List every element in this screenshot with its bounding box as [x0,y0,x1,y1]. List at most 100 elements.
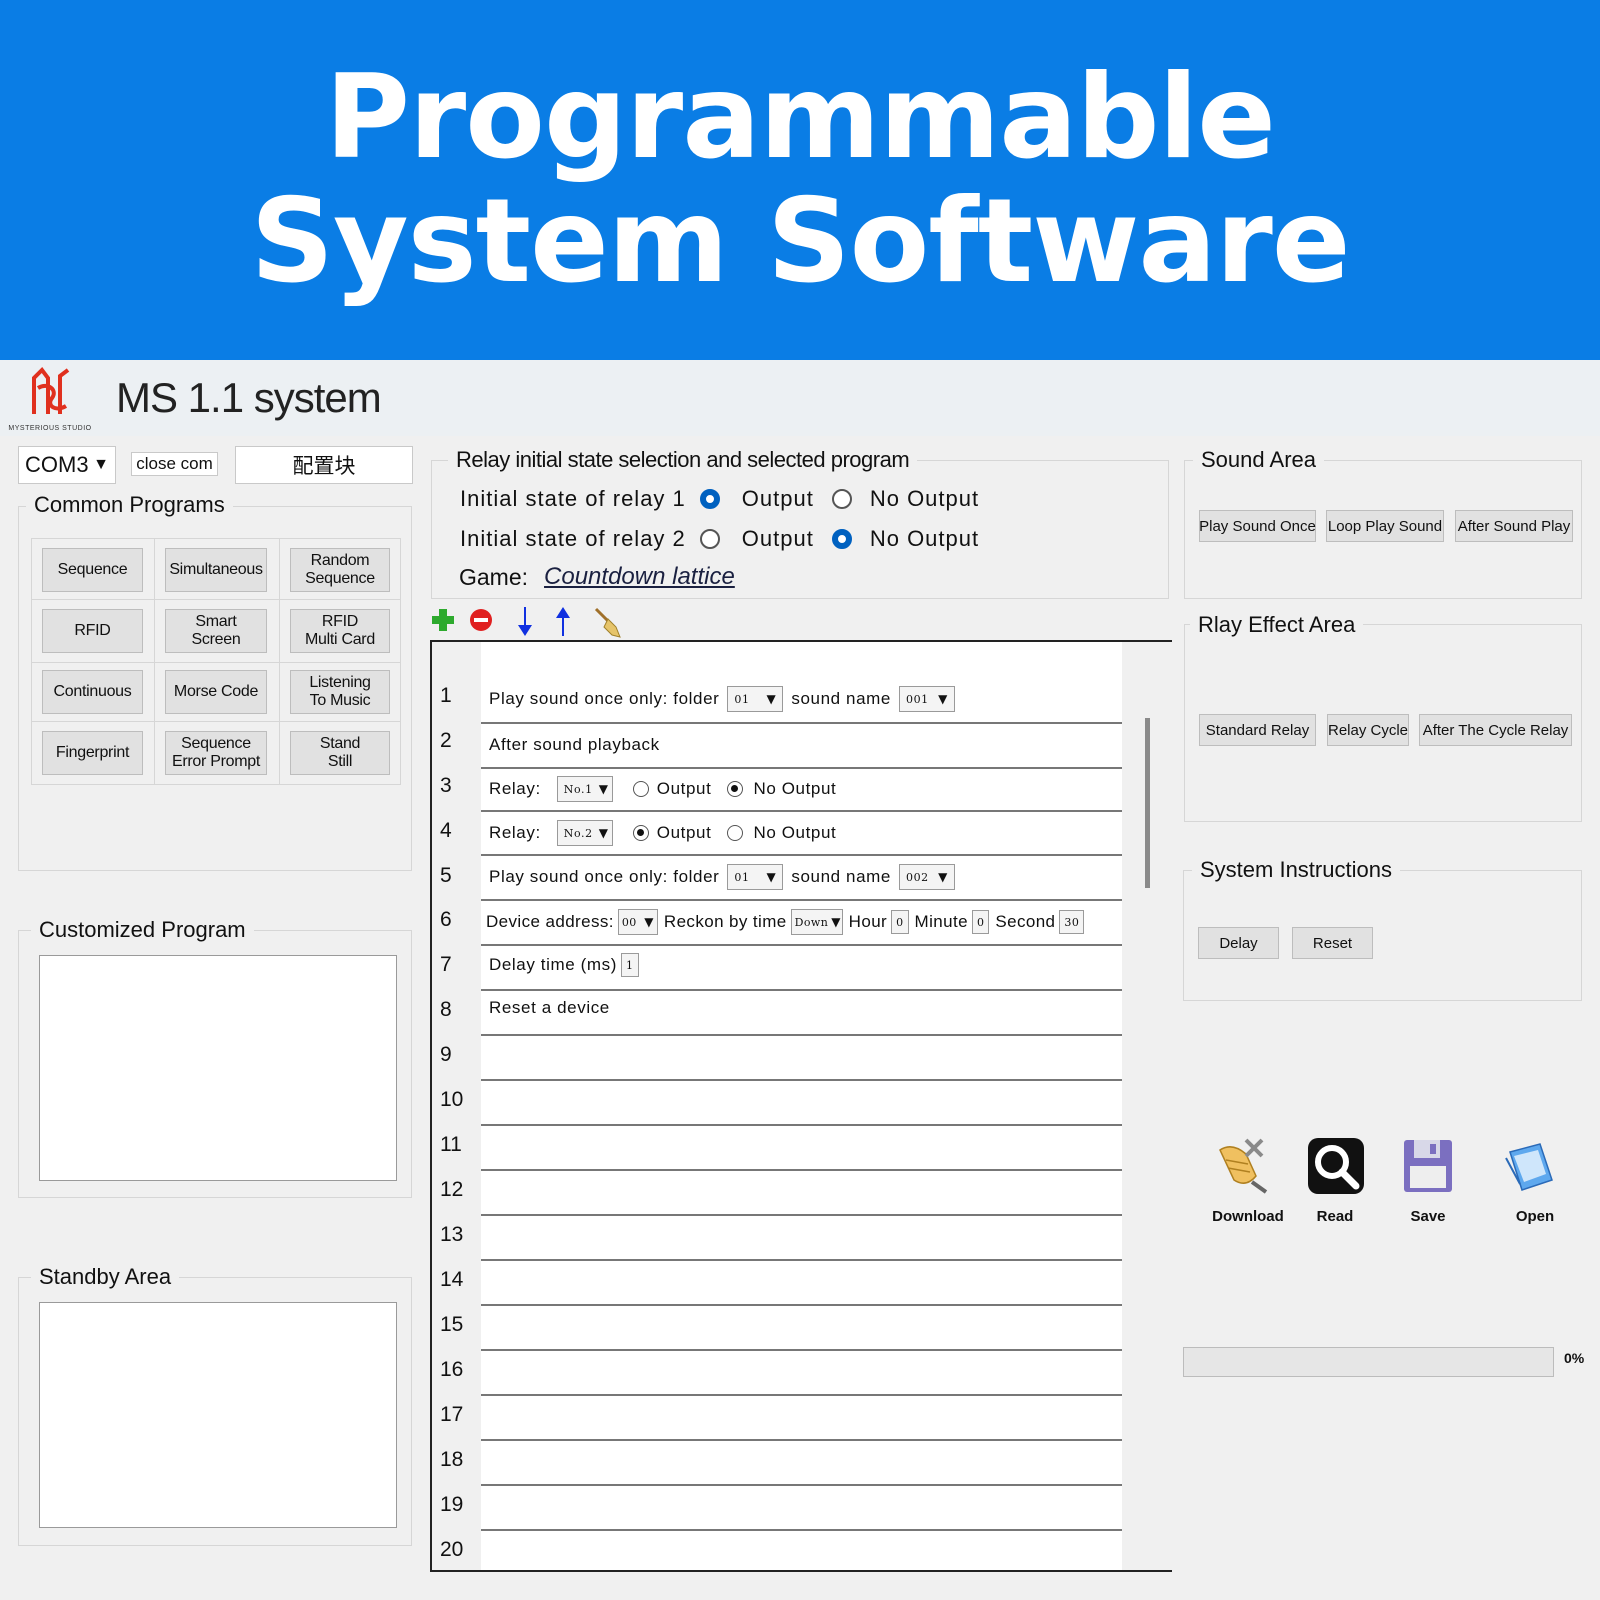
progress-bar [1183,1347,1554,1377]
program-morse-code-button[interactable]: Morse Code [165,670,267,714]
program-row-3[interactable]: Relay: No.1 ▼ Output No Output [489,776,836,802]
after-sound-play-button[interactable]: After Sound Play [1455,510,1573,542]
move-up-icon[interactable] [552,605,574,637]
remove-icon[interactable] [468,607,494,633]
row6-hour-input[interactable]: 0 [891,910,909,934]
row-number: 15 [440,1313,464,1336]
row-number: 16 [440,1358,464,1381]
row6-minute-label: Minute [914,912,968,931]
row1-sound-select[interactable]: 001 ▼ [898,686,955,712]
download-icon[interactable] [1212,1136,1272,1196]
program-row-6[interactable]: Device address: 00 ▼ Reckon by time Down ▼… [486,909,1090,935]
row-divider [481,944,1122,946]
config-block-button[interactable]: 配置块 [235,446,413,484]
relay2-output-label: Output [741,526,814,551]
row4-output-radio[interactable] [632,825,649,841]
add-icon[interactable] [430,607,456,633]
save-button[interactable]: Save [1378,1208,1478,1225]
program-row-2[interactable]: After sound playback [489,735,660,755]
program-random-sequence-button[interactable]: Random Sequence [290,548,390,592]
program-fingerprint-button[interactable]: Fingerprint [42,731,143,775]
row7-delay-input[interactable]: 1 [621,953,639,977]
row4-relay-select[interactable]: No.2 ▼ [556,820,613,846]
play-sound-once-button[interactable]: Play Sound Once [1199,510,1316,542]
chevron-down-icon: ▼ [938,692,948,706]
row-divider [481,854,1122,856]
row6-reckon-label: Reckon by time [663,912,787,931]
row5-sound-select[interactable]: 002 ▼ [898,864,955,890]
row3-output-label: Output [656,779,712,798]
program-stand-still-button[interactable]: Stand Still [290,731,390,775]
row1-folder-value: 01 [734,692,750,706]
row-divider [481,989,1122,991]
row6-hour-label: Hour [848,912,888,931]
row3-no-output-radio[interactable] [727,781,744,797]
program-listening-to-music-button[interactable]: Listening To Music [290,670,390,714]
relay1-no-output-radio[interactable] [831,489,852,509]
read-button[interactable]: Read [1285,1208,1385,1225]
read-icon[interactable] [1306,1136,1366,1196]
relay-cycle-button[interactable]: Relay Cycle [1327,714,1409,746]
row6-second-input[interactable]: 30 [1059,910,1085,934]
reset-button[interactable]: Reset [1292,927,1373,959]
after-the-cycle-relay-button[interactable]: After The Cycle Relay [1419,714,1572,746]
program-row-7[interactable]: Delay time (ms) 1 [489,953,645,977]
row-number: 2 [440,729,452,752]
row3-relay-select[interactable]: No.1 ▼ [556,776,613,802]
open-button[interactable]: Open [1485,1208,1585,1225]
program-row-5[interactable]: Play sound once only: folder 01 ▼ sound n… [489,864,963,890]
row6-device-select[interactable]: 00 ▼ [617,909,658,935]
close-com-button[interactable]: close com [131,452,218,476]
delay-button[interactable]: Delay [1198,927,1279,959]
customized-program-list[interactable] [39,955,397,1181]
chevron-down-icon: ▼ [766,692,777,706]
row-number: 17 [440,1403,464,1426]
row6-second-label: Second [995,912,1056,931]
row6-reckon-select[interactable]: Down ▼ [790,909,843,935]
relay1-output-radio[interactable] [699,489,720,509]
chevron-down-icon: ▼ [831,915,841,929]
system-instructions-title: System Instructions [1192,857,1400,883]
relay1-no-output-label: No Output [869,486,980,511]
studio-logo-icon [32,366,70,414]
customized-program-title: Customized Program [31,917,254,943]
move-down-icon[interactable] [514,605,536,637]
row3-output-radio[interactable] [632,781,649,797]
row5-folder-select[interactable]: 01 ▼ [727,864,784,890]
game-name[interactable]: Countdown lattice [544,563,735,591]
clear-broom-icon[interactable] [592,605,626,639]
program-sequence-error-prompt-button[interactable]: Sequence Error Prompt [165,731,267,775]
app-title: MS 1.1 system [116,374,382,421]
row-divider [481,810,1122,812]
relay1-label: Initial state of relay 1 [460,486,686,511]
row-number: 14 [440,1268,464,1291]
standard-relay-button[interactable]: Standard Relay [1199,714,1316,746]
common-programs-title: Common Programs [26,492,233,518]
program-row-4[interactable]: Relay: No.2 ▼ Output No Output [489,820,836,846]
row-number: 12 [440,1178,464,1201]
program-list-scrollthumb[interactable] [1145,718,1150,888]
row-number: 3 [440,774,452,797]
program-row-1[interactable]: Play sound once only: folder 01 ▼ sound n… [489,686,963,712]
program-continuous-button[interactable]: Continuous [42,670,143,714]
program-simultaneous-button[interactable]: Simultaneous [165,548,267,592]
com-port-select[interactable]: COM3 ▼ [18,446,116,484]
program-row-8[interactable]: Reset a device [489,998,610,1018]
row1-folder-select[interactable]: 01 ▼ [727,686,784,712]
loop-play-sound-button[interactable]: Loop Play Sound [1326,510,1444,542]
standby-area-list[interactable] [39,1302,397,1528]
relay2-no-output-radio[interactable] [831,529,852,549]
row4-no-output-label: No Output [753,823,837,842]
row5-sound-label: sound name [791,867,891,886]
row6-minute-input[interactable]: 0 [971,910,990,934]
open-icon[interactable] [1500,1136,1560,1196]
row4-no-output-radio[interactable] [727,825,744,841]
program-rfid-multi-card-button[interactable]: RFID Multi Card [290,609,390,653]
program-smart-screen-button[interactable]: Smart Screen [165,609,267,653]
relay2-output-radio[interactable] [699,529,720,549]
program-sequence-button[interactable]: Sequence [42,548,143,592]
program-rfid-button[interactable]: RFID [42,609,143,653]
game-row: Game: Countdown lattice [459,563,735,591]
save-icon[interactable] [1398,1136,1458,1196]
download-button[interactable]: Download [1198,1208,1298,1225]
